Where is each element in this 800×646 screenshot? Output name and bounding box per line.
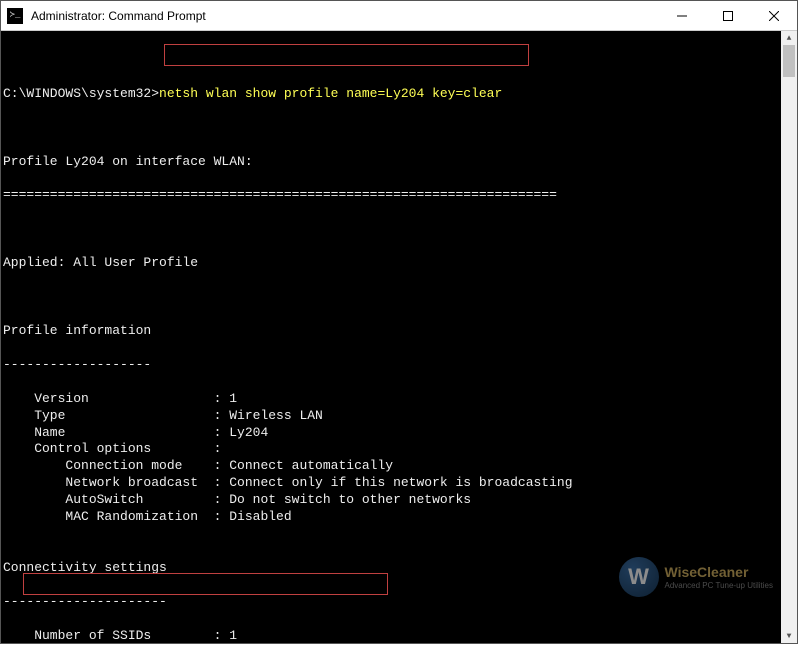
app-window: Administrator: Command Prompt C:\WINDOWS… [0,0,798,644]
scroll-down-arrow[interactable]: ▼ [781,629,797,643]
vertical-scrollbar[interactable]: ▲ ▼ [781,31,797,643]
title-bar[interactable]: Administrator: Command Prompt [1,1,797,31]
watermark-subtitle: Advanced PC Tune-up Utilities [665,581,774,591]
window-title: Administrator: Command Prompt [29,9,659,23]
maximize-button[interactable] [705,1,751,30]
close-button[interactable] [751,1,797,30]
section-connectivity: Connectivity settings [3,560,797,577]
applied-line: Applied: All User Profile [3,255,797,272]
minimize-button[interactable] [659,1,705,30]
profile-header: Profile Ly204 on interface WLAN: [3,154,797,171]
cmd-icon [7,8,23,24]
close-icon [769,11,779,21]
console-area[interactable]: C:\WINDOWS\system32>netsh wlan show prof… [1,31,797,643]
window-controls [659,1,797,30]
prompt-path: C:\WINDOWS\system32> [3,86,159,101]
scroll-up-arrow[interactable]: ▲ [781,31,797,45]
maximize-icon [723,11,733,21]
section-profile-info: Profile information [3,323,797,340]
header-separator: ========================================… [3,187,797,204]
command-text: netsh wlan show profile name=Ly204 key=c… [159,86,502,101]
scrollbar-thumb[interactable] [783,45,795,77]
minimize-icon [677,11,687,21]
